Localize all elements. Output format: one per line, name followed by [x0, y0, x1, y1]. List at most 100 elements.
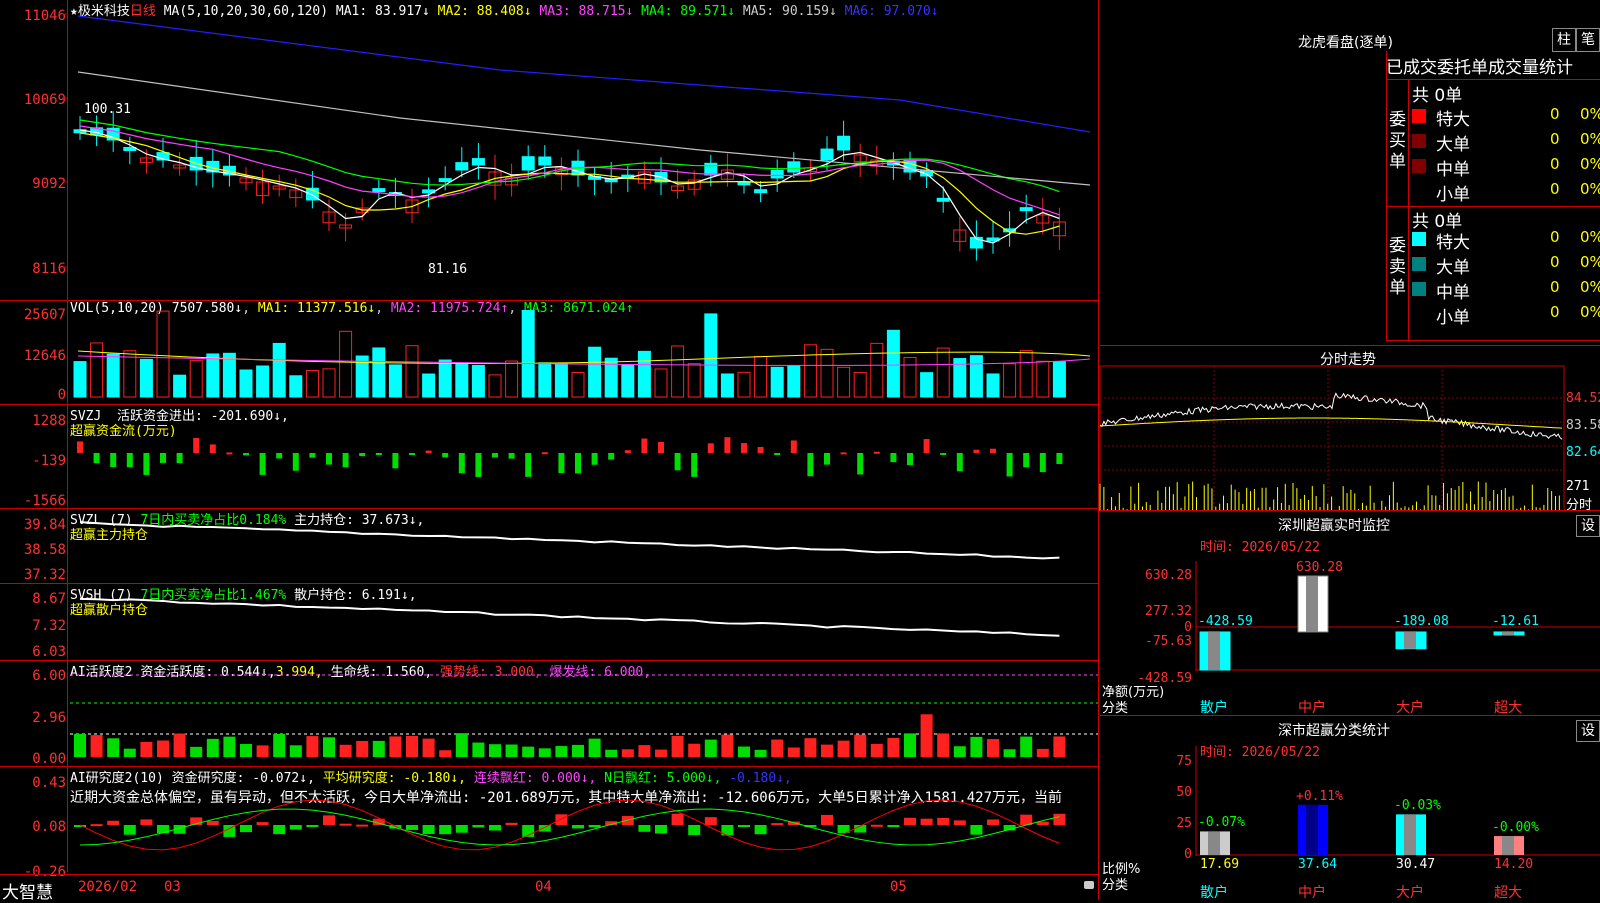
candle-body [455, 162, 469, 171]
stats-panel[interactable]: 深市超赢分类统计 设 时间: 2026/05/22 75 50 25 0 比例%… [1100, 715, 1600, 901]
dragon-row-sell-2: 中单 0 0% [1412, 278, 1600, 303]
swatch-icon [1412, 134, 1426, 148]
ai-active-bar [223, 736, 236, 757]
bar-view-button[interactable]: 柱 [1552, 28, 1576, 52]
monitor-bar-shade [1502, 631, 1514, 635]
svsh-chart[interactable] [0, 584, 1098, 661]
svzj-bar [807, 453, 814, 477]
vol-bar [820, 348, 834, 398]
swatch-icon [1412, 109, 1426, 123]
svzj-bar [392, 453, 399, 469]
vol-bar [538, 362, 552, 398]
candle-body [438, 178, 452, 183]
stats-chart[interactable] [1100, 716, 1600, 901]
ai-research-bar [738, 825, 750, 827]
svzj-bar [126, 453, 133, 468]
vol-bar [339, 330, 353, 398]
swatch-icon [1412, 232, 1426, 246]
vol-bar [1019, 350, 1033, 398]
swatch-icon [1412, 257, 1426, 271]
ai-active-bar [1003, 749, 1016, 757]
svzj-pane[interactable]: SVZJ 活跃资金进出: -201.690↓, 超赢资金流(万元) 1288 -… [0, 404, 1098, 509]
tick-view-button[interactable]: 笔 [1576, 28, 1600, 52]
ma2-line [79, 132, 1060, 235]
row-count: 0 [1550, 105, 1560, 123]
intraday-panel[interactable]: 分时走势 84.52 83.58 82.64 271 分时 [1099, 345, 1600, 513]
svsh-pane[interactable]: SVSH (7) 7日内买卖净占比1.467% 散户持仓: 6.191↓, 超赢… [0, 583, 1098, 661]
ai-research-chart[interactable] [0, 767, 1098, 875]
ai-research-bar [887, 825, 900, 828]
vol-bar [90, 342, 104, 398]
ai-research-bar [1053, 813, 1066, 825]
vol-bar [106, 353, 120, 398]
svzj-bar [508, 453, 515, 459]
svzl-chart[interactable] [0, 509, 1098, 584]
candle-body [521, 156, 535, 171]
ai-active-pane[interactable]: AI活跃度2 资金活跃度: 0.544↓,3.994, 生命线: 1.560, … [0, 660, 1098, 767]
row-label: 小单 [1436, 185, 1470, 205]
ai-active-bar [107, 738, 120, 757]
vol-bar [189, 360, 203, 398]
ai-research-bar [588, 825, 601, 828]
monitor-panel[interactable]: 深圳超赢实时监控 设 时间: 2026/05/22 630.28 277.32 … [1100, 510, 1600, 716]
row-count: 0 [1550, 253, 1560, 271]
svzj-bar [342, 453, 349, 468]
row-pct: 0% [1580, 155, 1600, 173]
svzl-pane[interactable]: SVZL (7) 7日内买卖净占比0.184% 主力持仓: 37.673↓, 超… [0, 508, 1098, 584]
svzj-bar [707, 443, 714, 453]
date-05: 05 [890, 879, 907, 895]
ai-research-bar [256, 822, 269, 825]
kline-chart[interactable] [0, 0, 1098, 300]
ai-active-chart[interactable] [0, 661, 1098, 767]
dragon-row-buy-2: 中单 0 0% [1412, 155, 1600, 180]
vol-bar [637, 350, 651, 398]
date-03: 03 [164, 879, 181, 895]
ai-research-bar [140, 819, 153, 825]
ai-research-bar [987, 819, 999, 825]
vol-chart[interactable] [0, 301, 1098, 405]
ai-active-bar [671, 735, 684, 757]
stats-bar-shade [1502, 836, 1514, 855]
ai-research-bar [306, 825, 319, 827]
ai-research-bar [489, 825, 501, 831]
ai-active-bar [289, 745, 302, 757]
intraday-price-line [1099, 392, 1563, 440]
kline-pane[interactable]: ★极米科技日线 MA(5,10,20,30,60,120) MA1: 83.91… [0, 0, 1098, 300]
svzj-bar [525, 453, 532, 477]
svzj-chart[interactable] [0, 405, 1098, 509]
vol-bar [139, 358, 153, 398]
ai-active-bar [489, 744, 501, 757]
candle-body [837, 135, 851, 151]
ai-active-bar [455, 733, 468, 757]
svzj-bar [209, 444, 216, 453]
ai-research-bar [638, 825, 651, 832]
vol-bar [173, 374, 187, 398]
ai-active-bar [588, 738, 601, 757]
ai-research-bar [356, 824, 369, 827]
intraday-chart[interactable] [1099, 346, 1600, 512]
svzj-bar [575, 453, 581, 474]
svzj-bar [93, 453, 100, 464]
brand-label[interactable]: 大智慧 [2, 878, 53, 903]
monitor-chart[interactable] [1100, 511, 1600, 716]
vol-bar [886, 329, 900, 398]
date-04: 04 [535, 879, 552, 895]
vol-bar [289, 375, 303, 398]
vol-bar [73, 361, 87, 398]
svzj-bar [375, 453, 382, 455]
vol-pane[interactable]: VOL(5,10,20) 7507.580↓, MA1: 11377.516↓,… [0, 300, 1098, 405]
svzj-bar [359, 453, 366, 457]
vol-bar [388, 364, 402, 398]
row-pct: 0% [1580, 180, 1600, 198]
vol-bar [1052, 361, 1066, 398]
svzj-bar [674, 453, 681, 471]
svzj-bar [907, 453, 913, 466]
ai-research-pane[interactable]: AI研究度2(10) 资金研究度: -0.072↓, 平均研究度: -0.180… [0, 766, 1098, 880]
svzj-bar [624, 450, 631, 453]
vol-bar [438, 359, 452, 398]
lock-icon[interactable] [1084, 881, 1094, 889]
vol-bar [770, 366, 784, 398]
vol-bar [870, 342, 884, 398]
row-pct: 0% [1580, 130, 1600, 148]
ai-active-bar [970, 736, 983, 757]
